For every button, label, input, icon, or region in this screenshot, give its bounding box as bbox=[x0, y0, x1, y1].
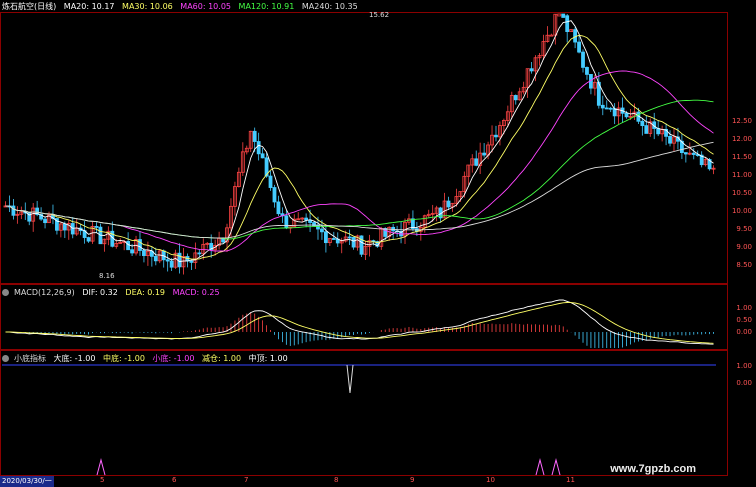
candle bbox=[561, 13, 566, 18]
candle bbox=[581, 51, 585, 68]
ma-line bbox=[5, 141, 714, 239]
candle bbox=[189, 260, 194, 263]
candle bbox=[474, 158, 479, 166]
candle bbox=[549, 34, 554, 37]
price-tick: 10.50 bbox=[731, 189, 752, 197]
candle bbox=[691, 152, 696, 155]
month-tick: 5 bbox=[100, 476, 105, 484]
candle bbox=[656, 128, 661, 135]
candle bbox=[86, 237, 91, 242]
candle bbox=[565, 15, 570, 32]
candle bbox=[640, 120, 645, 127]
candle bbox=[600, 104, 605, 109]
candle bbox=[126, 241, 131, 251]
indicator-tick: 1.00 bbox=[736, 362, 752, 370]
candle bbox=[142, 250, 146, 257]
candle bbox=[94, 226, 99, 228]
peak-price-label: 15.62 bbox=[369, 11, 389, 19]
price-tick: 11.50 bbox=[731, 153, 752, 161]
price-tick: 12.50 bbox=[731, 117, 752, 125]
candle bbox=[43, 218, 47, 224]
candle bbox=[513, 95, 518, 101]
candle bbox=[482, 152, 487, 156]
candle bbox=[320, 228, 324, 233]
candle bbox=[351, 236, 356, 248]
macd-tick: 0.00 bbox=[736, 328, 752, 336]
candle bbox=[276, 201, 281, 215]
candle bbox=[153, 255, 158, 262]
candle bbox=[11, 205, 16, 216]
price-tick: 9.00 bbox=[736, 243, 752, 251]
indicator-lines bbox=[2, 364, 716, 476]
month-tick: 8 bbox=[334, 476, 339, 484]
price-tick: 10.00 bbox=[731, 207, 752, 215]
candle bbox=[272, 187, 277, 203]
month-tick: 6 bbox=[172, 476, 177, 484]
month-tick: 7 bbox=[244, 476, 249, 484]
candle bbox=[130, 249, 134, 254]
candle bbox=[668, 135, 672, 144]
price-axis: 12.50 12.00 11.50 11.00 10.50 10.00 9.50… bbox=[726, 12, 756, 284]
candle bbox=[138, 239, 142, 251]
candle bbox=[585, 67, 589, 75]
bottom-signal bbox=[551, 458, 561, 476]
indicator-tick: 0.00 bbox=[736, 379, 752, 387]
macd-bars bbox=[5, 299, 714, 348]
candle bbox=[284, 215, 289, 229]
price-tick: 11.00 bbox=[731, 171, 752, 179]
date-axis: 2020/03/30/一 5 6 7 8 9 10 11 bbox=[0, 476, 728, 487]
candle bbox=[494, 134, 498, 138]
macd-line bbox=[5, 302, 714, 344]
candle bbox=[165, 259, 170, 262]
candle bbox=[268, 175, 273, 188]
candle bbox=[347, 236, 352, 239]
ma-lines bbox=[5, 20, 714, 263]
candle bbox=[573, 29, 577, 43]
candle bbox=[177, 252, 182, 268]
month-tick: 9 bbox=[410, 476, 415, 484]
candle bbox=[604, 107, 609, 110]
candle bbox=[557, 13, 562, 17]
candle bbox=[260, 153, 265, 159]
candle bbox=[197, 252, 202, 255]
macd-tick: 1.00 bbox=[736, 304, 752, 312]
price-tick: 8.50 bbox=[736, 261, 752, 269]
macd-axis: 1.00 0.50 0.00 bbox=[726, 284, 756, 350]
candle bbox=[331, 238, 336, 240]
candle bbox=[577, 41, 581, 53]
price-tick: 12.00 bbox=[731, 135, 752, 143]
macd-tick: 0.50 bbox=[736, 316, 752, 324]
candle bbox=[644, 125, 649, 134]
candle bbox=[529, 68, 534, 72]
candle bbox=[624, 112, 629, 118]
candle bbox=[252, 130, 257, 142]
date-start-label: 2020/03/30/一 bbox=[0, 476, 54, 487]
watermark: www.7gpzb.com bbox=[610, 463, 696, 475]
kline-chart: 15.62 8.16 bbox=[2, 11, 716, 476]
candle bbox=[169, 260, 174, 268]
price-tick: 9.50 bbox=[736, 225, 752, 233]
ma-line bbox=[5, 99, 714, 240]
bottom-signal bbox=[96, 458, 106, 476]
candle bbox=[323, 231, 328, 244]
candle bbox=[27, 211, 32, 222]
candle bbox=[683, 152, 688, 155]
candle bbox=[256, 141, 261, 155]
month-tick: 11 bbox=[566, 476, 575, 484]
month-tick: 10 bbox=[486, 476, 495, 484]
candle bbox=[608, 107, 613, 110]
indicator-spike bbox=[346, 364, 354, 394]
low-price-label: 8.16 bbox=[99, 272, 115, 280]
indicator-axis: 1.00 0.00 bbox=[726, 350, 756, 476]
candle bbox=[304, 217, 309, 221]
bottom-signal bbox=[535, 458, 545, 476]
candle bbox=[446, 200, 451, 208]
candle bbox=[62, 223, 67, 231]
